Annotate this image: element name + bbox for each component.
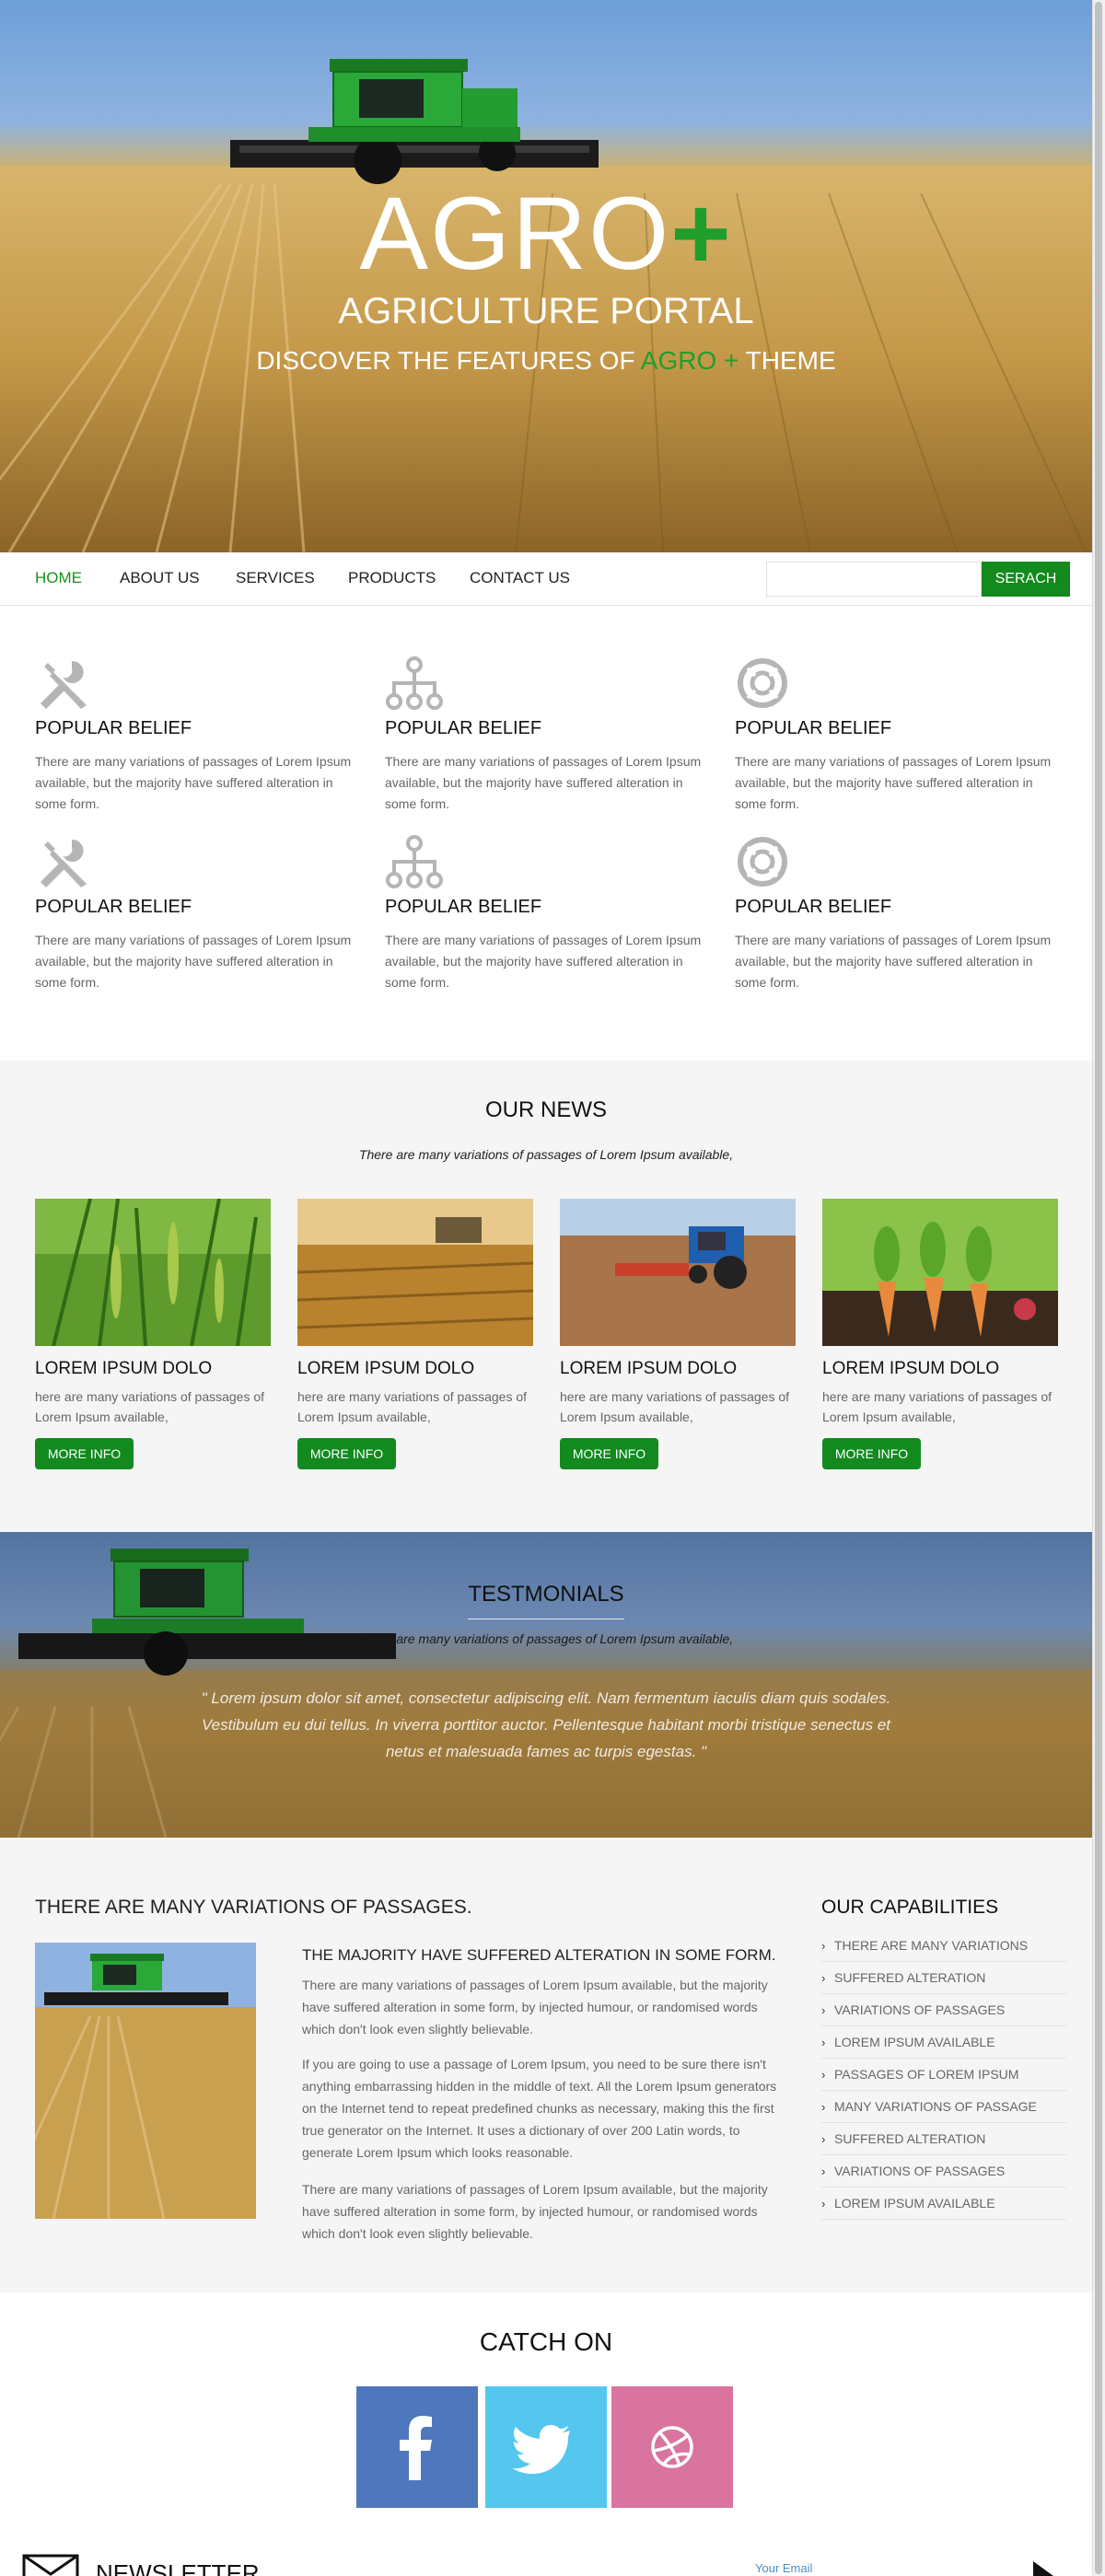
about-heading: THERE ARE MANY VARIATIONS OF PASSAGES.: [35, 1897, 472, 1918]
envelope-icon: [22, 2554, 79, 2576]
sitemap-icon: [386, 835, 443, 888]
nav-about-us[interactable]: ABOUT US: [120, 569, 200, 587]
testimonials-subtitle: There are many variations of passages of…: [358, 1631, 734, 1646]
capability-link[interactable]: › MANY VARIATIONS OF PASSAGE: [821, 2091, 1066, 2123]
chevron-right-icon: ›: [821, 2003, 826, 2017]
feature-text: There are many variations of passages of…: [385, 933, 702, 990]
carrots-image[interactable]: [822, 1199, 1058, 1346]
capability-link[interactable]: › SUFFERED ALTERATION: [821, 2123, 1066, 2155]
chevron-right-icon: ›: [821, 2132, 826, 2146]
chevron-right-icon: ›: [821, 2100, 826, 2114]
feature-title: POPULAR BELIEF: [35, 897, 192, 917]
submit-arrow-icon[interactable]: [1029, 2559, 1055, 2576]
capabilities-title: OUR CAPABILITIES: [821, 1897, 999, 1918]
tools-icon: [41, 839, 87, 888]
capability-link[interactable]: › VARIATIONS OF PASSAGES: [821, 2155, 1066, 2187]
feature-text: There are many variations of passages of…: [35, 754, 352, 811]
capability-link[interactable]: › SUFFERED ALTERATION: [821, 1962, 1066, 1994]
feature-text: There are many variations of passages of…: [735, 754, 1052, 811]
more-info-button[interactable]: MORE INFO: [297, 1438, 396, 1469]
hero-title: AGRO+: [359, 176, 733, 291]
feature-text: There are many variations of passages of…: [735, 933, 1052, 990]
chevron-right-icon: ›: [821, 1971, 826, 1985]
more-info-button[interactable]: MORE INFO: [560, 1438, 658, 1469]
chevron-right-icon: ›: [821, 2068, 826, 2082]
harvest-field-image[interactable]: [297, 1199, 533, 1346]
news-card-text: here are many variations of passages of …: [560, 1389, 790, 1424]
more-info-button[interactable]: MORE INFO: [822, 1438, 921, 1469]
feature-text: There are many variations of passages of…: [385, 754, 702, 811]
tools-icon: [41, 660, 87, 709]
tractor-image[interactable]: [560, 1199, 796, 1346]
hero-tagline-accent: AGRO +: [640, 346, 739, 375]
newsletter-title: NEWSLETTER: [96, 2559, 260, 2576]
rice-plants-image[interactable]: [35, 1199, 271, 1346]
news-card-title: LOREM IPSUM DOLO: [560, 1359, 738, 1378]
chevron-right-icon: ›: [821, 2164, 826, 2178]
about-subheading: THE MAJORITY HAVE SUFFERED ALTERATION IN…: [302, 1946, 776, 1964]
search-button[interactable]: SERACH: [982, 562, 1070, 597]
news-card-text: here are many variations of passages of …: [297, 1389, 528, 1424]
dribbble-button[interactable]: [611, 2386, 733, 2508]
chevron-right-icon: ›: [821, 1939, 826, 1953]
nav-products[interactable]: PRODUCTS: [348, 569, 436, 587]
news-title: OUR NEWS: [485, 1097, 607, 1122]
sitemap-icon: [386, 656, 443, 710]
nav-contact-us[interactable]: CONTACT US: [470, 569, 570, 587]
about-section: THERE ARE MANY VARIATIONS OF PASSAGES. T…: [0, 1838, 1092, 2292]
news-card-title: LOREM IPSUM DOLO: [822, 1359, 1000, 1378]
feature-title: POPULAR BELIEF: [385, 718, 542, 738]
feature-text: There are many variations of passages of…: [35, 933, 352, 990]
testimonials-title: TESTMONIALS: [468, 1582, 624, 1607]
main-navigation: HOME ABOUT US SERVICES PRODUCTS CONTACT …: [0, 552, 1092, 606]
lifebuoy-icon: [738, 658, 787, 708]
harvester-thumbnail-image: [35, 1943, 256, 2219]
feature-title: POPULAR BELIEF: [385, 897, 542, 917]
capability-link[interactable]: › VARIATIONS OF PASSAGES: [821, 1994, 1066, 2026]
news-card-text: here are many variations of passages of …: [822, 1389, 1053, 1424]
feature-title: POPULAR BELIEF: [735, 897, 892, 917]
capability-link[interactable]: › PASSAGES OF LOREM IPSUM: [821, 2059, 1066, 2091]
hero-banner: AGRO+ AGRICULTURE PORTAL DISCOVER THE FE…: [0, 0, 1092, 552]
capability-link[interactable]: › THERE ARE MANY VARIATIONS: [821, 1930, 1066, 1962]
chevron-right-icon: ›: [821, 2036, 826, 2049]
chevron-right-icon: ›: [821, 2197, 826, 2210]
capability-link[interactable]: › LOREM IPSUM AVAILABLE: [821, 2026, 1066, 2059]
news-card-title: LOREM IPSUM DOLO: [35, 1359, 213, 1378]
news-card-text: here are many variations of passages of …: [35, 1389, 265, 1424]
more-info-button[interactable]: MORE INFO: [35, 1438, 134, 1469]
hero-tagline: DISCOVER THE FEATURES OF AGRO + THEME: [256, 346, 836, 375]
feature-title: POPULAR BELIEF: [35, 718, 192, 738]
news-card-title: LOREM IPSUM DOLO: [297, 1359, 475, 1378]
about-paragraph: There are many variations of passages of…: [302, 1978, 768, 2036]
dribbble-icon: [651, 2426, 693, 2468]
about-paragraph: If you are going to use a passage of Lor…: [302, 2057, 777, 2160]
page-scrollbar[interactable]: [1092, 0, 1105, 2576]
testimonial-quote: " Lorem ipsum dolor sit amet, consectetu…: [201, 1689, 891, 1760]
facebook-icon: [400, 2416, 432, 2480]
feature-title: POPULAR BELIEF: [735, 718, 892, 738]
nav-services[interactable]: SERVICES: [236, 569, 315, 587]
facebook-button[interactable]: [356, 2386, 478, 2508]
search-input[interactable]: [766, 562, 982, 597]
testimonials-section: TESTMONIALS There are many variations of…: [0, 1532, 1092, 1838]
newsletter-email-input[interactable]: Your Email: [755, 2561, 1031, 2576]
news-subtitle: There are many variations of passages of…: [358, 1147, 734, 1162]
twitter-button[interactable]: [485, 2386, 607, 2508]
scrollbar-thumb[interactable]: [1095, 2, 1102, 2574]
catch-on-title: CATCH ON: [479, 2327, 613, 2356]
hero-title-plus: +: [670, 176, 733, 291]
about-paragraph: There are many variations of passages of…: [302, 2182, 768, 2241]
twitter-icon: [512, 2425, 570, 2474]
hero-subtitle: AGRICULTURE PORTAL: [338, 291, 754, 331]
nav-home[interactable]: HOME: [35, 569, 82, 587]
news-section: OUR NEWS There are many variations of pa…: [0, 1061, 1092, 1532]
lifebuoy-icon: [738, 837, 787, 887]
capability-link[interactable]: › LOREM IPSUM AVAILABLE: [821, 2187, 1066, 2220]
